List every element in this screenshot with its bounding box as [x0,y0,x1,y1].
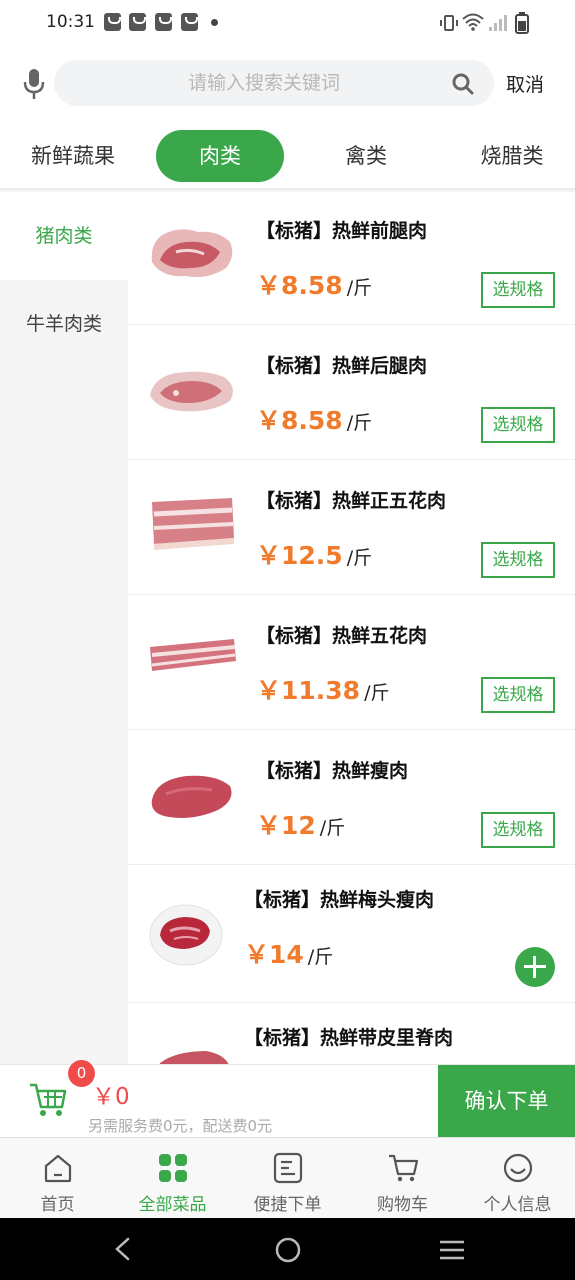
sidebar-item-beef-lamb[interactable]: 牛羊肉类 [0,280,128,368]
product-price: ￥8.58/斤 [256,271,373,300]
product-name: 【标猪】热鲜瘦肉 [256,760,409,782]
product-list: 【标猪】热鲜前腿肉 ￥8.58/斤 选规格 【标猪】热鲜后腿肉 ￥8.58/斤 … [128,192,575,1064]
product-item[interactable]: 【标猪】热鲜梅头瘦肉 ￥14/斤 [128,865,575,1003]
microphone-icon[interactable] [22,68,46,100]
product-item[interactable]: 【标猪】热鲜五花肉 ￥11.38/斤 选规格 [128,595,575,730]
cart-icon [389,1154,419,1182]
select-spec-button[interactable]: 选规格 [481,407,555,443]
signal-icon [489,15,507,31]
more-notifications-dot [211,19,218,26]
menu-icon[interactable] [438,1238,466,1262]
notification-icon [155,13,172,31]
cart-icon[interactable] [28,1079,68,1119]
cart-count-badge: 0 [68,1060,95,1087]
notification-icon [181,13,198,31]
product-item[interactable]: 【标猪】热鲜正五花肉 ￥12.5/斤 选规格 [128,460,575,595]
nav-cart[interactable]: 购物车 [345,1138,460,1219]
product-name: 【标猪】热鲜带皮里脊肉 [244,1027,454,1049]
vibrate-icon [440,15,458,31]
cart-summary-bar: 0 ￥0 另需服务费0元，配送费0元 确认下单 [0,1060,575,1138]
product-image [160,1051,229,1064]
cart-total: ￥0 [92,1084,130,1110]
bottom-nav: 首页 全部菜品 便捷下单 购物车 个人信息 [0,1137,575,1218]
notification-icon [129,13,146,31]
home-icon [44,1154,72,1183]
product-price: ￥11.38/斤 [256,676,390,705]
nav-label: 个人信息 [483,1195,552,1215]
confirm-order-button[interactable]: 确认下单 [438,1065,575,1138]
search-input[interactable] [54,60,434,106]
list-icon [273,1152,303,1184]
sidebar-item-pork[interactable]: 猪肉类 [0,192,128,280]
product-image [150,371,233,412]
add-to-cart-button[interactable] [515,947,555,987]
grid-icon [159,1154,187,1182]
wifi-icon [462,13,484,31]
product-name: 【标猪】热鲜前腿肉 [256,220,428,242]
product-image [151,229,233,277]
search-icon[interactable] [452,73,474,95]
select-spec-button[interactable]: 选规格 [481,677,555,713]
product-item[interactable]: 【标猪】热鲜带皮里脊肉 [128,1003,575,1064]
select-spec-button[interactable]: 选规格 [481,542,555,578]
status-bar: 10:31 [0,0,575,48]
category-tabs: 新鲜蔬果 肉类 禽类 烧腊类 [0,128,575,188]
product-item[interactable]: 【标猪】热鲜瘦肉 ￥12/斤 选规格 [128,730,575,865]
smile-icon [503,1153,533,1183]
cancel-button[interactable]: 取消 [506,70,544,97]
product-price: ￥12/斤 [256,811,346,840]
product-price: ￥8.58/斤 [256,406,373,435]
product-name: 【标猪】热鲜五花肉 [256,625,428,647]
product-image [152,498,234,550]
product-price: ￥12.5/斤 [256,541,373,570]
product-image [150,639,236,671]
tab-meat[interactable]: 肉类 [156,130,284,182]
nav-home[interactable]: 首页 [0,1138,115,1219]
product-item[interactable]: 【标猪】热鲜后腿肉 ￥8.58/斤 选规格 [128,325,575,460]
product-name: 【标猪】热鲜正五花肉 [256,490,447,512]
product-price: ￥14/斤 [244,940,334,969]
battery-icon [515,12,529,34]
product-item[interactable]: 【标猪】热鲜前腿肉 ￥8.58/斤 选规格 [128,192,575,325]
fee-note: 另需服务费0元，配送费0元 [88,1117,273,1135]
notification-icon [104,13,121,31]
product-image [151,775,232,818]
nav-all-dishes[interactable]: 全部菜品 [115,1138,230,1219]
nav-label: 购物车 [377,1195,428,1215]
select-spec-button[interactable]: 选规格 [481,272,555,308]
status-time: 10:31 [46,12,95,32]
tab-fresh-produce[interactable]: 新鲜蔬果 [14,130,132,182]
product-name: 【标猪】热鲜梅头瘦肉 [244,889,435,911]
home-circle-icon[interactable] [274,1236,302,1264]
search-box [54,60,494,106]
product-image [149,904,223,966]
select-spec-button[interactable]: 选规格 [481,812,555,848]
nav-label: 便捷下单 [253,1195,322,1215]
nav-profile[interactable]: 个人信息 [460,1138,575,1219]
product-name: 【标猪】热鲜后腿肉 [256,355,428,377]
search-bar: 取消 [0,58,575,108]
nav-label: 首页 [40,1195,75,1215]
nav-label: 全部菜品 [138,1195,207,1215]
system-nav-bar [0,1218,575,1280]
tab-poultry[interactable]: 禽类 [320,130,412,182]
subcategory-sidebar: 猪肉类 牛羊肉类 [0,192,128,1064]
tab-roast-meat[interactable]: 烧腊类 [460,130,564,182]
back-icon[interactable] [110,1236,134,1262]
nav-quick-order[interactable]: 便捷下单 [230,1138,345,1219]
